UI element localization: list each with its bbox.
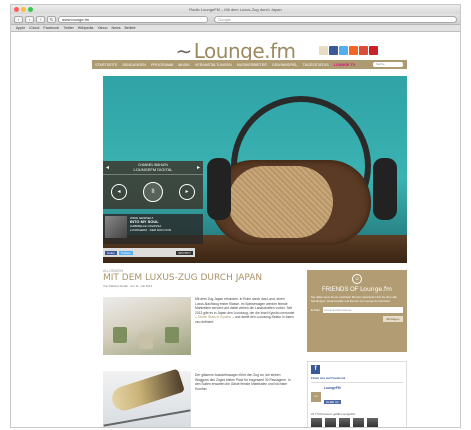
train-interior-image (103, 297, 191, 355)
social-icons (319, 46, 378, 55)
bookmark-item[interactable]: Wikipedia (78, 26, 94, 30)
bookmark-item[interactable]: News (112, 26, 121, 30)
bookmark-item[interactable]: iCloud (29, 26, 39, 30)
facebook-find-label: Finde uns auf Facebook (311, 376, 403, 383)
bookmark-item[interactable]: Apple (16, 26, 25, 30)
user-icon: ☺ (352, 274, 362, 284)
share-bar: Teilen Twittern SPOTIFY (103, 248, 195, 257)
newsletter-description: Sei dabei wenn Du es möchtest! Mit dem N… (311, 295, 397, 303)
player-controls: ◂ II ▸ (103, 175, 203, 209)
avatar[interactable] (311, 418, 322, 427)
facebook-icon[interactable] (329, 46, 338, 55)
avatar[interactable] (353, 418, 364, 427)
share-icon[interactable]: ↑ (36, 15, 45, 23)
article-headline[interactable]: MIT DEM LUXUS-ZUG DURCH JAPAN (103, 274, 298, 283)
table-shape (139, 333, 153, 349)
bookmarks-bar: Apple iCloud Facebook Twitter Wikipedia … (11, 25, 460, 32)
email-label: E-Mail (311, 308, 320, 313)
facebook-like-count: 24.774 Personen gefällt LoungeFM. (311, 412, 356, 416)
locomotive-shape (109, 368, 185, 414)
seat-shape (113, 327, 127, 343)
now-playing: WIRD GESPIELT INTO MY SOUL GABRIELLE CAV… (103, 214, 203, 244)
prev-channel-icon[interactable]: ◂ (106, 164, 109, 171)
spotify-button[interactable]: SPOTIFY (176, 250, 193, 255)
headphone-earcup-right (373, 158, 397, 220)
play-pause-button[interactable]: II (143, 182, 163, 202)
seat-shape (165, 327, 179, 343)
browser-toolbar: ‹ › ↑ ↻ www.lounge.fm Google (11, 14, 460, 25)
main-nav: STARTSEITE SENDUNGEN PROGRAMM MUSIK VERA… (92, 60, 407, 69)
page-avatar[interactable]: ∼ (311, 392, 321, 402)
nav-item[interactable]: MUSIK (178, 63, 190, 67)
rewind-button[interactable]: ◂ (111, 184, 127, 200)
train-exterior-image (103, 368, 191, 427)
close-window-icon[interactable] (14, 7, 19, 12)
twitter-share-button[interactable]: Twittern (118, 250, 134, 255)
forward-button[interactable]: › (25, 15, 34, 23)
pinterest-icon[interactable] (369, 46, 378, 55)
window-title: Radio LoungeFM – Mit dem Luxus-Zug durch… (189, 7, 282, 12)
google-plus-icon[interactable] (359, 46, 368, 55)
site-search-input[interactable]: Suche (373, 62, 403, 67)
bookmark-item[interactable]: Yahoo (97, 26, 107, 30)
track-extra: LOUNGEFM · DER DON CON (130, 228, 172, 232)
next-channel-icon[interactable]: ▸ (197, 164, 200, 171)
nav-item[interactable]: STARTSEITE (95, 63, 117, 67)
channel-name: LOUNGEFM DIGITAL (133, 167, 173, 172)
nav-item-live[interactable]: LOUNGE TV (334, 63, 356, 67)
article-paragraph-2: Der gläserne Aussichtswagen führt den Zu… (195, 373, 291, 391)
facebook-like-button[interactable]: Gefällt mir (324, 400, 341, 404)
maximize-window-icon[interactable] (28, 7, 33, 12)
url-bar[interactable]: www.lounge.fm (58, 15, 208, 23)
newsletter-box: ☺ FRIENDS OF Lounge.fm Sei dabei wenn Du… (307, 270, 407, 352)
article-link[interactable]: Seven Stars in Kyushu (198, 315, 231, 319)
browser-window: Radio LoungeFM – Mit dem Luxus-Zug durch… (10, 4, 461, 428)
subscribe-button[interactable]: Eintragen (383, 316, 403, 323)
nav-item[interactable]: MUSIKERBIETER (237, 63, 267, 67)
article-meta: Von Markus Fiedel · am 11. Juli 2014 (103, 284, 153, 288)
newsletter-title: FRIENDS OF Lounge.fm (311, 286, 403, 293)
bookmark-item[interactable]: Facebook (43, 26, 59, 30)
avatar[interactable] (339, 418, 350, 427)
newsletter-title-b: Lounge.fm (360, 286, 392, 293)
minimize-window-icon[interactable] (21, 7, 26, 12)
nav-item[interactable]: VERANSTALTUNGEN (195, 63, 232, 67)
forward-button[interactable]: ▸ (179, 184, 195, 200)
newsletter-title-a: FRIENDS OF (322, 287, 359, 293)
channel-selector[interactable]: ◂ CHANNEL WÄHLEN LOUNGEFM DIGITAL ▸ (103, 161, 203, 175)
facebook-logo-icon: f (311, 365, 320, 374)
article-paragraph-1: Mit dem Zug Japan erkunden: in Ruhe durc… (195, 297, 295, 325)
radio-grille (228, 166, 333, 238)
rail-shape (103, 409, 191, 427)
facebook-faces (311, 418, 403, 427)
rss-icon[interactable] (349, 46, 358, 55)
bookmark-item[interactable]: Beliebt (125, 26, 136, 30)
back-button[interactable]: ‹ (14, 15, 23, 23)
browser-titlebar: Radio LoungeFM – Mit dem Luxus-Zug durch… (11, 5, 460, 14)
nav-item[interactable]: TAGESSTATUS (302, 63, 328, 67)
album-cover (105, 216, 127, 238)
nav-item[interactable]: GEWINNSPIEL (272, 63, 298, 67)
bookmark-item[interactable]: Twitter (63, 26, 74, 30)
window-controls (14, 7, 33, 12)
facebook-share-button[interactable]: Teilen (105, 250, 117, 255)
email-icon[interactable] (319, 46, 328, 55)
radio-player: ◂ CHANNEL WÄHLEN LOUNGEFM DIGITAL ▸ ◂ II… (103, 161, 203, 209)
twitter-icon[interactable] (339, 46, 348, 55)
email-field[interactable]: Deine E-Mail-Adresse (322, 307, 403, 314)
avatar[interactable] (325, 418, 336, 427)
nav-item[interactable]: PROGRAMM (151, 63, 173, 67)
browser-search-input[interactable]: Google (214, 15, 457, 23)
reload-icon[interactable]: ↻ (47, 15, 56, 23)
article-header: ALLGEMEIN MIT DEM LUXUS-ZUG DURCH JAPAN … (103, 269, 298, 288)
facebook-page-name[interactable]: LoungeFM (324, 386, 341, 390)
headphone-earcup-left (207, 158, 231, 220)
nav-item[interactable]: SENDUNGEN (122, 63, 146, 67)
avatar[interactable] (367, 418, 378, 427)
facebook-widget: f Finde uns auf Facebook ∼ LoungeFM Gefä… (307, 361, 407, 427)
